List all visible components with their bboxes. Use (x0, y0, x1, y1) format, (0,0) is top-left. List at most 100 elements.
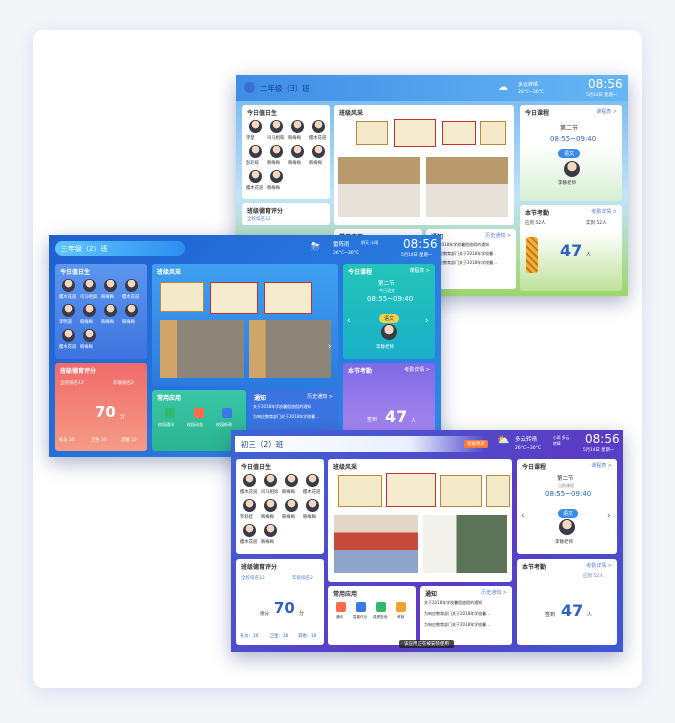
attendance-title: 本节考勤 (525, 210, 550, 217)
weather-text: 雷阵雨 (333, 242, 350, 248)
attendance-panel: 本节考勤 考勤详情 > 应到 52人 签到 47 人 (517, 559, 617, 645)
course-sub: 当前课程 (558, 483, 574, 488)
teacher-avatar (564, 161, 580, 177)
subject-badge[interactable]: 语文 (379, 314, 400, 323)
student-avatar (104, 279, 117, 292)
student-name: 韩梅梅 (282, 490, 295, 495)
carousel-next-icon[interactable]: › (328, 342, 332, 352)
student-avatar (125, 304, 138, 317)
attendance-count: 47 (385, 407, 408, 426)
attendance-link[interactable]: 考勤详情 > (404, 366, 430, 373)
moral-title: 班级德育评分 (247, 208, 284, 215)
student-name: 韩梅梅 (267, 186, 280, 191)
moral-sub-score: 卫生：30 (270, 634, 289, 639)
student-avatar (264, 474, 277, 487)
moral-panel: 班级德育评分 全校排名12 (242, 203, 330, 225)
student-name: 韩梅梅 (80, 345, 93, 350)
next-course-icon[interactable]: › (607, 511, 611, 521)
notice-item[interactable]: 为响应教育部门关于2018年学校暑... (253, 414, 319, 420)
style-photo (160, 320, 244, 378)
course-time: 08:55~09:40 (367, 295, 414, 303)
student-name: 樱木花道 (59, 345, 77, 350)
attendance-title: 本节考勤 (522, 564, 547, 571)
teacher-name: 李静老师 (376, 345, 394, 350)
prev-course-icon[interactable]: ‹ (521, 511, 525, 521)
notice-history-link[interactable]: 历史通知 > (485, 232, 511, 239)
course-time: 08:55~09:40 (545, 490, 592, 498)
attendance-unit: 人 (411, 418, 417, 424)
notice-item[interactable]: 为响应教育部门关于2018年学校暑... (424, 622, 490, 628)
notice-history-link[interactable]: 历史通知 > (481, 589, 507, 596)
student-avatar (285, 499, 298, 512)
prev-course-icon[interactable]: ‹ (347, 316, 351, 326)
student-name: 韩梅梅 (288, 136, 301, 141)
student-name: 樱木花道 (303, 490, 321, 495)
app-label: 成绩查询 (373, 615, 388, 619)
certificate-image (338, 475, 382, 507)
schedule-link[interactable]: 课程表 > (409, 267, 430, 274)
student-name: 樱木花道 (240, 490, 258, 495)
class-photo (426, 157, 508, 217)
notice-title: 通知 (254, 395, 267, 402)
app-grades-icon[interactable] (376, 602, 386, 612)
attendance-link[interactable]: 考勤详情 > (586, 562, 612, 569)
moral-sub-score: 礼仪：30 (240, 634, 259, 639)
notice-item[interactable]: 关于2018年学校暑假放假的通知 (424, 600, 482, 606)
app-messaging-icon[interactable] (336, 602, 346, 612)
student-name: 韩梅梅 (101, 295, 114, 300)
subject-badge[interactable]: 语文 (558, 509, 579, 518)
subject-badge[interactable]: 语文 (558, 149, 581, 158)
app-messaging-icon[interactable] (165, 408, 175, 418)
sports-photo (334, 515, 418, 573)
app-label: 智能作业 (353, 615, 368, 619)
install-toast: 该应用正在被安装使用 (399, 640, 454, 648)
schedule-link[interactable]: 课程表 > (596, 108, 617, 115)
clock-date: 5月14日 星期一 (586, 93, 618, 98)
student-name: 司马相和 (267, 136, 285, 141)
course-panel: 今日课程 课程表 > 第二节 当前课程 08:55~09:40 ‹ › 语文 李… (517, 459, 617, 554)
moral-rank: 全校排名12 (241, 576, 265, 581)
attendance-label: 签到 (545, 612, 556, 618)
duty-panel: 今日值日生 樱木花道 司马相如 韩梅梅 樱木花道 罗莉娃 韩梅梅 韩梅梅 韩梅梅 樱木花道 韩梅梅 (236, 459, 324, 554)
notice-title: 通知 (425, 591, 438, 598)
class-name: 二年级（3）班 (260, 84, 310, 93)
duty-title: 今日值日生 (60, 269, 91, 276)
notice-item[interactable]: 关于2018年学校暑假放假的通知 (253, 404, 311, 410)
moral-title: 班级德育评分 (241, 564, 278, 571)
apps-title: 常用应用 (333, 591, 358, 598)
moral-grade-rank: 年级排名2 (292, 576, 313, 581)
thunderstorm-icon: ⛈ (311, 240, 320, 253)
moral-title: 班级德育评分 (60, 368, 97, 375)
attendance-actual: 实到 52人 (586, 221, 607, 226)
class-photo (338, 157, 420, 217)
teacher-name: 李静老师 (555, 540, 573, 545)
student-avatar (83, 329, 96, 342)
style-panel: 班级风采 › (152, 264, 338, 386)
app-attendance-icon[interactable] (396, 602, 406, 612)
notice-item[interactable]: 为响应教育部门关于2018年学校暑... (424, 611, 490, 617)
notice-history-link[interactable]: 历史通知 > (307, 393, 333, 400)
moral-panel: 班级德育评分 全校排名12 年级排名2 70 分 礼仪 30 卫生 30 其他 … (55, 363, 147, 451)
attendance-link[interactable]: 考勤详情 > (591, 208, 617, 215)
course-time: 08:55~09:40 (550, 135, 597, 143)
student-name: 樱木花道 (246, 186, 264, 191)
attendance-should: 应到 52人 (525, 221, 546, 226)
apps-panel: 常用应用 通讯 智能作业 成绩查询 考勤 (328, 586, 416, 645)
moral-sub-score: 其他 10 (121, 438, 137, 443)
next-course-icon[interactable]: › (425, 316, 429, 326)
course-title: 今日课程 (348, 269, 373, 276)
app-docs-icon[interactable] (222, 408, 232, 418)
style-photo (249, 320, 331, 378)
app-homework-icon[interactable] (356, 602, 366, 612)
update-badge[interactable]: 班级更新 (464, 440, 488, 448)
class-name: 三年级（2）班 (61, 245, 108, 253)
style-title: 班级风采 (157, 269, 182, 276)
course-period: 第二节 (378, 281, 395, 287)
schedule-link[interactable]: 课程表 > (591, 462, 612, 469)
screen-junior3-class2: 初三（2）班 班级更新 ⛅ 多云转晴 26°C~30°C 小雨 多云转晴 08:… (231, 430, 623, 652)
app-news-icon[interactable] (194, 408, 204, 418)
attendance-panel: 本节考勤 考勤详情 > 应到 52人 实到 52人 47 人 (520, 205, 622, 291)
teacher-name: 李静老师 (558, 181, 576, 186)
style-title: 班级风采 (339, 110, 364, 117)
course-panel: 今日课程 课程表 > 第二节 今日语文 08:55~09:40 ‹ › 语文 李… (343, 264, 435, 359)
